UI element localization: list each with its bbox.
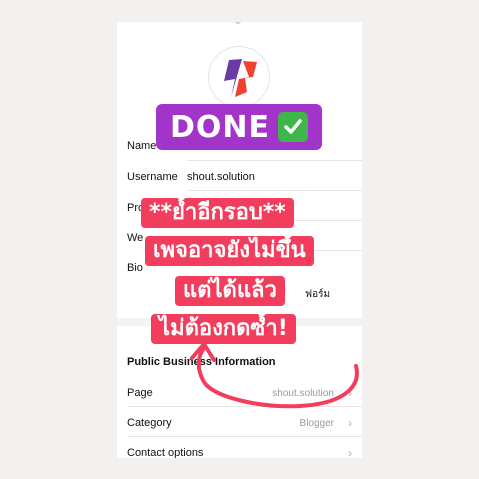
circle-arrow-icon <box>190 342 359 409</box>
